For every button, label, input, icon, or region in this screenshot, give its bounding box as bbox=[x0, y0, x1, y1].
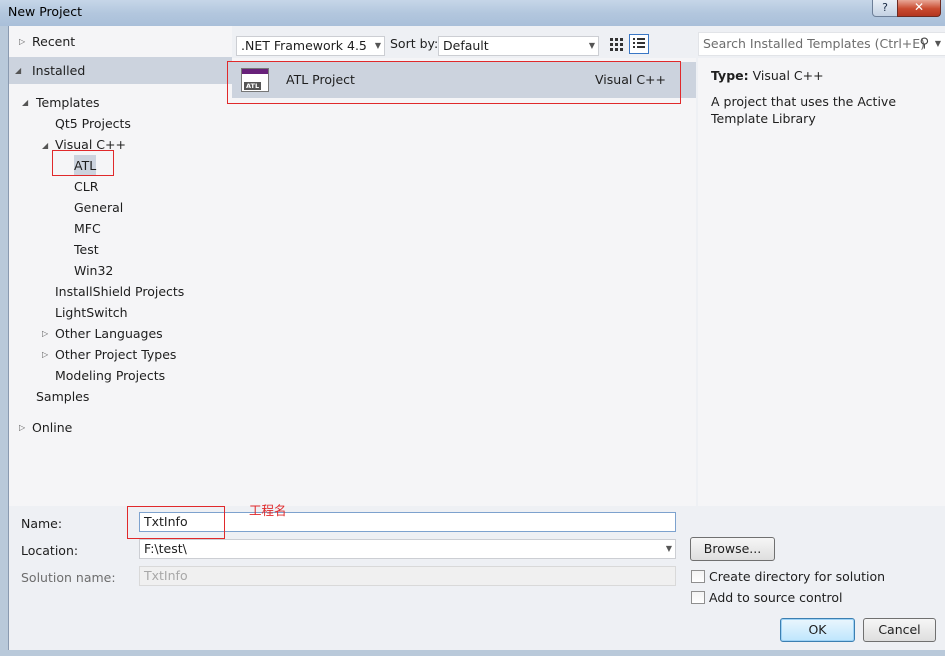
expand-arrow-icon[interactable]: ▷ bbox=[19, 417, 25, 438]
search-placeholder: Search Installed Templates (Ctrl+E) bbox=[703, 36, 926, 51]
sort-select[interactable]: Default ▼ bbox=[438, 36, 599, 56]
source-control-label[interactable]: Add to source control bbox=[709, 590, 843, 605]
tree-node-modeling[interactable]: Modeling Projects bbox=[55, 365, 165, 386]
dialog-body: ▷ Recent ◢ Installed ◢ Templates Qt5 Pro… bbox=[8, 26, 945, 650]
ok-button[interactable]: OK bbox=[780, 618, 855, 642]
tree-node-recent[interactable]: ▷ Recent bbox=[19, 31, 75, 52]
search-input[interactable]: Search Installed Templates (Ctrl+E) ⚲ ▼ bbox=[698, 32, 945, 56]
tree-label: Recent bbox=[32, 34, 76, 49]
tree-node-test[interactable]: Test bbox=[74, 239, 99, 260]
title-bar: New Project ? ✕ bbox=[0, 0, 945, 26]
template-list: ATL ATL Project Visual C++ bbox=[232, 58, 696, 506]
tree-label: Other Languages bbox=[55, 326, 163, 341]
collapse-arrow-icon[interactable]: ◢ bbox=[22, 92, 28, 113]
chevron-down-icon[interactable]: ▼ bbox=[935, 33, 941, 55]
expand-arrow-icon[interactable]: ▷ bbox=[42, 344, 48, 365]
cancel-button[interactable]: Cancel bbox=[863, 618, 936, 642]
tree-node-general[interactable]: General bbox=[74, 197, 123, 218]
name-label: Name: bbox=[21, 516, 63, 531]
tree-node-online[interactable]: ▷ Online bbox=[19, 417, 72, 438]
description-panel: Type: Visual C++ A project that uses the… bbox=[698, 58, 945, 506]
tree-node-lightswitch[interactable]: LightSwitch bbox=[55, 302, 128, 323]
solution-name-label: Solution name: bbox=[21, 570, 116, 585]
template-tree: ▷ Recent ◢ Installed ◢ Templates Qt5 Pro… bbox=[9, 26, 232, 506]
tree-label: Installed bbox=[32, 63, 86, 78]
tree-node-other-languages[interactable]: ▷ Other Languages bbox=[42, 323, 163, 344]
list-view-button[interactable] bbox=[629, 34, 649, 54]
help-button[interactable]: ? bbox=[872, 0, 898, 17]
location-label: Location: bbox=[21, 543, 79, 558]
type-value: Visual C++ bbox=[752, 68, 824, 83]
tree-label: Online bbox=[32, 420, 73, 435]
tree-node-clr[interactable]: CLR bbox=[74, 176, 98, 197]
tree-node-installed[interactable]: ◢ Installed bbox=[15, 60, 85, 81]
type-label: Type: bbox=[711, 68, 749, 83]
annotation-box-atl bbox=[52, 150, 114, 176]
browse-button[interactable]: Browse... bbox=[690, 537, 775, 561]
collapse-arrow-icon[interactable]: ◢ bbox=[42, 141, 48, 150]
location-value: F:\test\ bbox=[144, 541, 187, 556]
source-control-checkbox[interactable] bbox=[691, 591, 705, 604]
collapse-arrow-icon[interactable]: ◢ bbox=[15, 60, 21, 81]
solution-name-value: TxtInfo bbox=[144, 568, 188, 583]
create-directory-checkbox[interactable] bbox=[691, 570, 705, 583]
solution-name-field: TxtInfo bbox=[139, 566, 676, 586]
type-line: Type: Visual C++ bbox=[711, 68, 824, 83]
tree-label: Other Project Types bbox=[55, 347, 177, 362]
close-button[interactable]: ✕ bbox=[897, 0, 941, 17]
tree-node-win32[interactable]: Win32 bbox=[74, 260, 113, 281]
create-directory-label[interactable]: Create directory for solution bbox=[709, 569, 885, 584]
window-title: New Project bbox=[8, 4, 83, 19]
location-field[interactable]: F:\test\ ▼ bbox=[139, 539, 676, 559]
tree-node-mfc[interactable]: MFC bbox=[74, 218, 101, 239]
small-icons-view-icon[interactable] bbox=[606, 34, 626, 54]
annotation-note: 工程名 bbox=[249, 503, 287, 518]
tree-label: Templates bbox=[36, 95, 100, 110]
sort-value: Default bbox=[443, 38, 489, 53]
tree-node-qt5[interactable]: Qt5 Projects bbox=[55, 113, 131, 134]
search-icon[interactable]: ⚲ bbox=[919, 33, 929, 55]
sort-label: Sort by: bbox=[390, 36, 439, 51]
annotation-box-name bbox=[127, 506, 225, 539]
framework-value: .NET Framework 4.5 bbox=[241, 38, 367, 53]
description-text: A project that uses the Active Template … bbox=[711, 94, 897, 126]
framework-select[interactable]: .NET Framework 4.5 ▼ bbox=[236, 36, 385, 56]
tree-node-samples[interactable]: Samples bbox=[36, 386, 89, 407]
tree-node-other-project-types[interactable]: ▷ Other Project Types bbox=[42, 344, 176, 365]
chevron-down-icon: ▼ bbox=[588, 41, 595, 50]
expand-arrow-icon[interactable]: ▷ bbox=[42, 323, 48, 344]
chevron-down-icon[interactable]: ▼ bbox=[666, 540, 672, 558]
chevron-down-icon: ▼ bbox=[374, 41, 381, 50]
expand-arrow-icon[interactable]: ▷ bbox=[19, 31, 25, 52]
tree-node-templates[interactable]: ◢ Templates bbox=[22, 92, 100, 113]
list-view-icon bbox=[633, 38, 645, 48]
tree-node-installshield[interactable]: InstallShield Projects bbox=[55, 281, 184, 302]
annotation-box-template bbox=[227, 61, 681, 104]
